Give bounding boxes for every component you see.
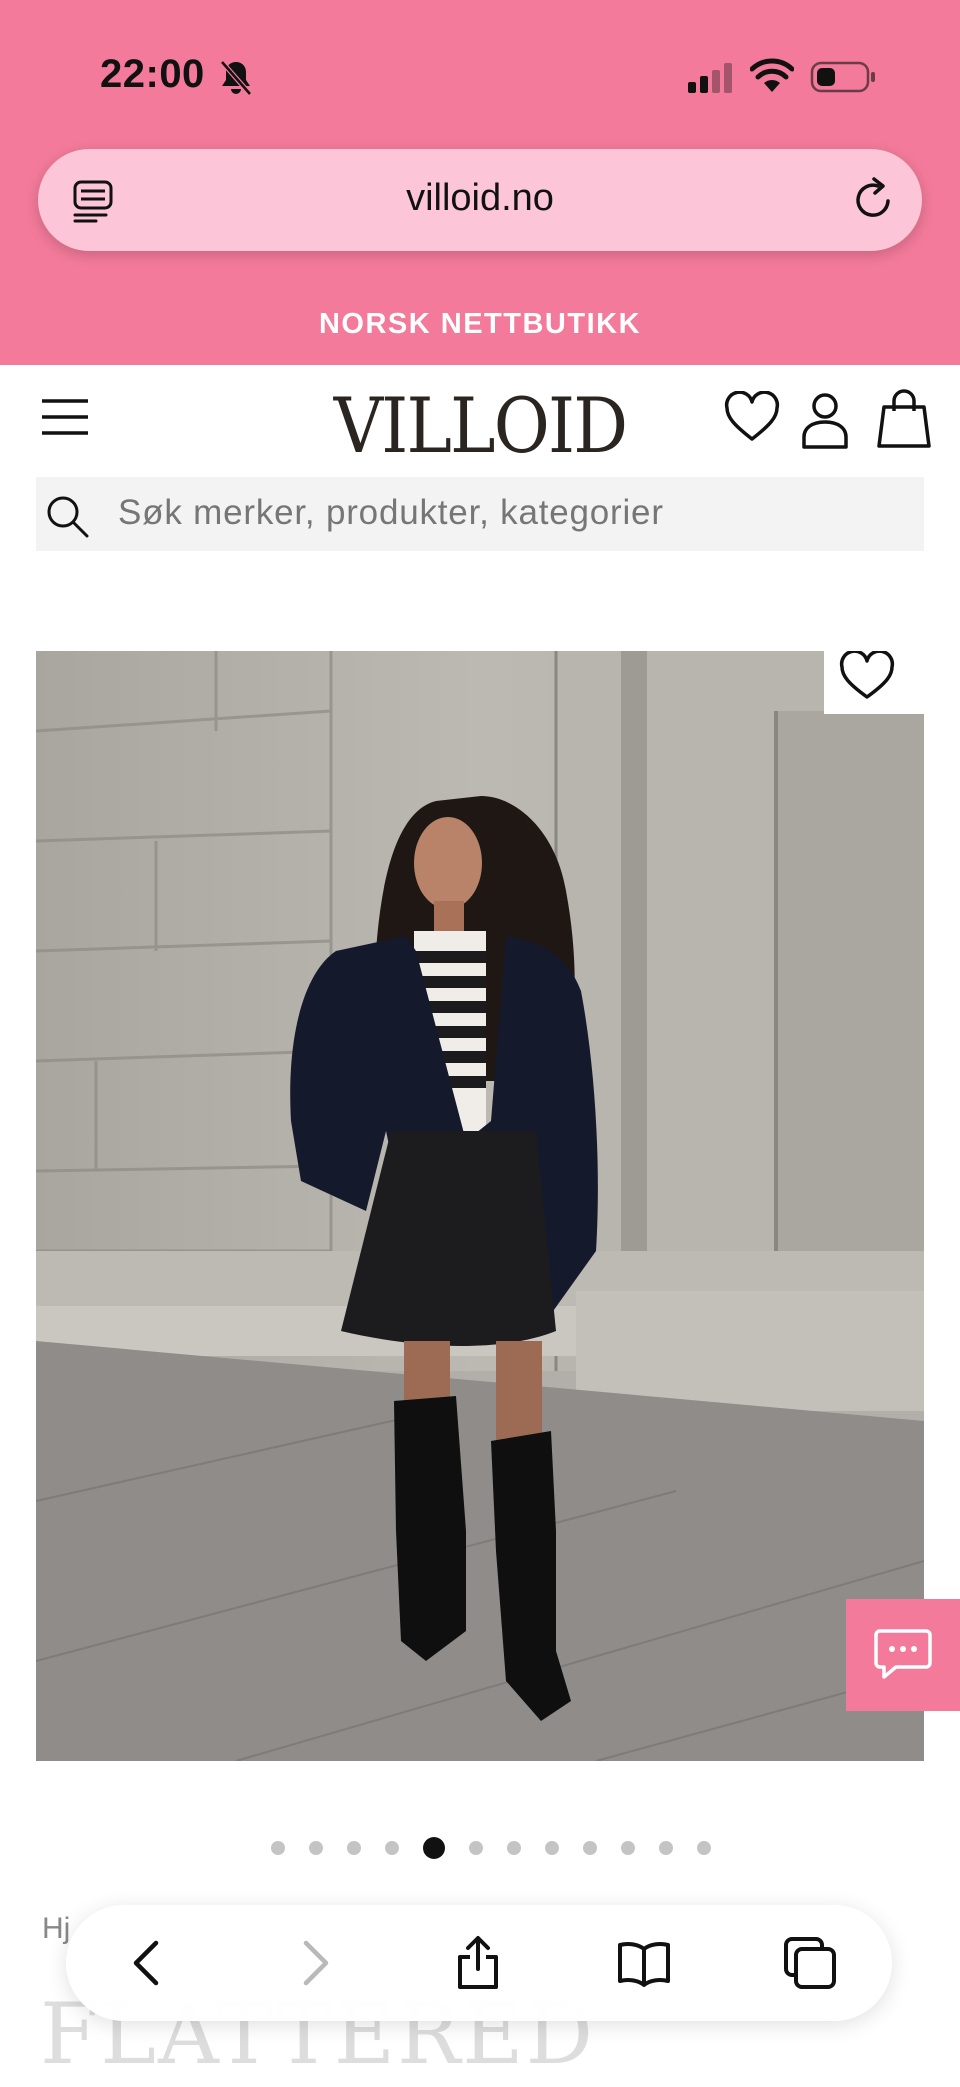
carousel-dot[interactable] [697, 1841, 711, 1855]
carousel-dot[interactable] [545, 1841, 559, 1855]
carousel-dot-active[interactable] [423, 1837, 445, 1859]
product-photo-illustration [36, 651, 924, 1761]
product-image[interactable] [36, 651, 924, 1761]
wishlist-icon[interactable] [724, 391, 780, 445]
carousel-dot[interactable] [347, 1841, 361, 1855]
back-icon[interactable] [120, 1935, 176, 1991]
url-text[interactable]: villoid.no [38, 177, 922, 220]
bell-slash-icon [220, 60, 252, 96]
search-placeholder[interactable]: Søk merker, produkter, kategorier [118, 493, 664, 533]
status-time: 22:00 [100, 52, 205, 96]
top-band: 22:00 villoid.no NORSK NETTBUTIKK [0, 0, 960, 365]
carousel-dot[interactable] [659, 1841, 673, 1855]
tabs-icon[interactable] [782, 1935, 838, 1991]
bookmarks-icon[interactable] [616, 1935, 672, 1991]
account-icon[interactable] [800, 391, 850, 451]
cellular-signal-icon [688, 63, 732, 93]
share-icon[interactable] [450, 1935, 506, 1991]
chat-button[interactable] [846, 1599, 960, 1711]
chat-bubble-icon[interactable] [874, 1627, 932, 1681]
carousel-dot[interactable] [583, 1841, 597, 1855]
wifi-icon [750, 58, 794, 92]
search-icon [47, 496, 89, 538]
carousel-dot[interactable] [621, 1841, 635, 1855]
carousel-dots [0, 1836, 960, 1860]
battery-icon [810, 61, 875, 93]
cart-bag-icon[interactable] [876, 387, 932, 449]
breadcrumb[interactable]: Hj [42, 1912, 70, 1946]
carousel-dot[interactable] [507, 1841, 521, 1855]
carousel-dot[interactable] [271, 1841, 285, 1855]
wishlist-toggle[interactable] [824, 651, 924, 714]
forward-icon[interactable] [286, 1935, 342, 1991]
promo-banner[interactable]: NORSK NETTBUTIKK [0, 308, 960, 341]
carousel-dot[interactable] [469, 1841, 483, 1855]
heart-icon[interactable] [838, 651, 896, 703]
browser-toolbar [66, 1905, 892, 2021]
address-bar[interactable]: villoid.no [38, 149, 922, 251]
reload-icon[interactable] [852, 177, 896, 223]
carousel-dot[interactable] [385, 1841, 399, 1855]
site-logo[interactable]: VILLOID [48, 381, 912, 470]
carousel-dot[interactable] [309, 1841, 323, 1855]
search-bar[interactable]: Søk merker, produkter, kategorier [36, 477, 924, 551]
site-header: VILLOID [0, 365, 960, 475]
